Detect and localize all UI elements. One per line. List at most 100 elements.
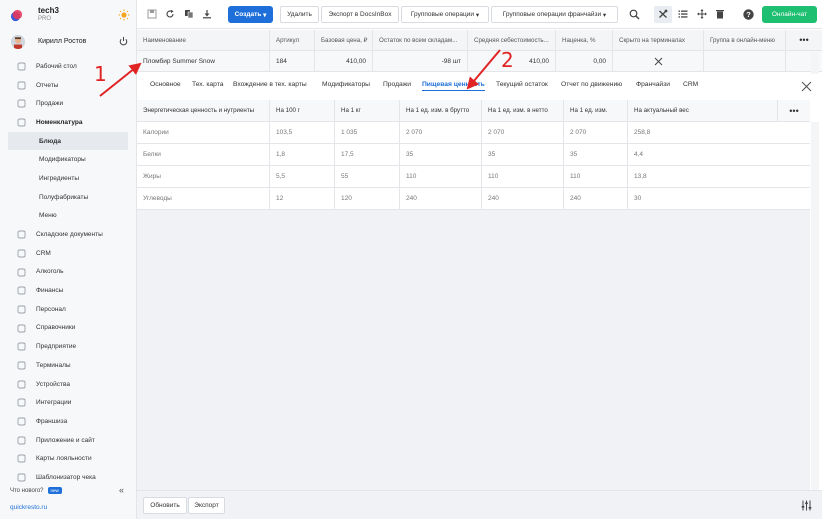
- row-name: Пломбир Summer Snow: [143, 57, 215, 65]
- nutrition-header-cell[interactable]: На 1 ед. изм. в нетто: [481, 100, 563, 121]
- tab-nutrition[interactable]: Пищевая ценность: [422, 81, 485, 91]
- tab-tech-card[interactable]: Тех. карта: [192, 81, 223, 88]
- scrollbar[interactable]: [811, 122, 819, 490]
- header-hidden-terminals[interactable]: Скрыто на терминалах: [612, 30, 703, 50]
- sidebar-item[interactable]: Приложение и сайт: [0, 431, 136, 450]
- scrollbar-top[interactable]: [811, 52, 819, 74]
- sidebar-item[interactable]: Ингредиенты: [0, 169, 136, 188]
- copy-icon[interactable]: [184, 9, 194, 19]
- site-link[interactable]: quickresto.ru: [10, 504, 47, 511]
- sidebar-item[interactable]: Предприятие: [0, 337, 136, 356]
- sidebar-item[interactable]: Карты лояльности: [0, 449, 136, 468]
- nutrition-cell: 35: [399, 144, 481, 165]
- sidebar-item[interactable]: Шаблонизатор чека: [0, 468, 136, 487]
- tab-modifiers[interactable]: Модификаторы: [322, 81, 370, 88]
- sidebar-item-label: Модификаторы: [39, 156, 86, 164]
- close-icon[interactable]: [801, 81, 812, 92]
- nutrition-header: Энергетическая ценность и нутриенты На 10…: [137, 100, 810, 122]
- nutrition-header-cell[interactable]: На 1 ед. изм. в брутто: [399, 100, 481, 121]
- nutrition-cell: 240: [563, 188, 627, 209]
- user-profile[interactable]: Кирилл Ростов: [8, 35, 132, 51]
- collapse-sidebar-icon[interactable]: «: [119, 485, 124, 495]
- search-icon[interactable]: [629, 9, 640, 20]
- sidebar-item[interactable]: Персонал: [0, 300, 136, 319]
- sidebar-item[interactable]: Устройства: [0, 375, 136, 394]
- sidebar-item[interactable]: CRM: [0, 244, 136, 263]
- tab-franchise[interactable]: Франчайзи: [636, 81, 670, 88]
- export-button[interactable]: Экспорт: [188, 497, 225, 514]
- table-row[interactable]: Пломбир Summer Snow 184 410,00 -98 шт 41…: [137, 51, 822, 72]
- sidebar-item[interactable]: Меню: [0, 207, 136, 226]
- sidebar-item[interactable]: Номенклатура: [0, 113, 136, 132]
- power-icon[interactable]: [118, 36, 129, 47]
- nutrition-row[interactable]: Калории 103,5 1 035 2 070 2 070 2 070 258,8: [137, 122, 810, 144]
- bottom-bar: Обновить Экспорт: [137, 490, 822, 519]
- sidebar-item[interactable]: Рабочий стол: [0, 57, 136, 76]
- tab-crm[interactable]: CRM: [683, 81, 698, 88]
- refresh-icon[interactable]: [165, 9, 175, 19]
- row-hidden-terminals: [612, 51, 703, 71]
- new-badge: new: [47, 487, 62, 494]
- settings-sliders-icon[interactable]: [801, 500, 812, 511]
- nutrition-cell: Калории: [143, 129, 169, 136]
- header-online-group[interactable]: Группа в онлайн-меню: [703, 30, 785, 50]
- header-name[interactable]: Наименование: [137, 30, 269, 50]
- export-docsinbox-button[interactable]: Экспорт в DocsInBox: [321, 6, 399, 23]
- nutrition-row[interactable]: Белки 1,8 17,5 35 35 35 4,4: [137, 144, 810, 166]
- move-icon[interactable]: [697, 9, 707, 19]
- franchise-icon: [17, 417, 26, 426]
- sidebar-item[interactable]: Терминалы: [0, 356, 136, 375]
- sidebar-item-label: Персонал: [36, 305, 66, 313]
- nutrition-cell: 5,5: [269, 166, 334, 187]
- nutrition-row[interactable]: Углеводы 12 120 240 240 240 30: [137, 188, 810, 210]
- tab-current-stock[interactable]: Текущий остаток: [496, 81, 548, 88]
- nutrition-row[interactable]: Жиры 5,5 55 110 110 110 13,8: [137, 166, 810, 188]
- nutrition-column-menu-icon[interactable]: •••: [777, 100, 810, 121]
- sidebar-item[interactable]: Отчеты: [0, 76, 136, 95]
- nutrition-header-cell[interactable]: На актуальный вес: [627, 100, 777, 121]
- tab-sales[interactable]: Продажи: [383, 81, 411, 88]
- sidebar-item[interactable]: Блюда: [8, 131, 128, 151]
- sidebar-item[interactable]: Полуфабрикаты: [0, 188, 136, 207]
- list-icon[interactable]: [678, 9, 688, 19]
- tools-toggle[interactable]: [654, 6, 672, 23]
- download-icon[interactable]: [202, 9, 212, 19]
- nutrition-header-cell[interactable]: На 100 г: [269, 100, 334, 121]
- header-markup[interactable]: Наценка, %: [555, 30, 612, 50]
- sidebar-item[interactable]: Алкоголь: [0, 263, 136, 282]
- column-menu-icon[interactable]: •••: [785, 30, 822, 50]
- header-article[interactable]: Артикул: [269, 30, 314, 50]
- nutrition-header-cell[interactable]: На 1 ед. изм.: [563, 100, 627, 121]
- sidebar-item[interactable]: Интеграции: [0, 393, 136, 412]
- group-operations-franchise-dropdown[interactable]: Групповые операции франчайзи ▾: [491, 6, 618, 23]
- create-button[interactable]: Создать ▾: [228, 6, 273, 23]
- header-avg-cost[interactable]: Средняя себестоимость...: [467, 30, 555, 50]
- help-icon[interactable]: ?: [743, 9, 754, 20]
- sun-icon[interactable]: [118, 9, 130, 21]
- online-chat-button[interactable]: Онлайн-чат: [762, 6, 817, 23]
- header-stock-total[interactable]: Остаток по всем складам...: [372, 30, 467, 50]
- nutrition-header-cell[interactable]: Энергетическая ценность и нутриенты: [137, 100, 269, 121]
- sidebar-item[interactable]: Финансы: [0, 281, 136, 300]
- row-online-group: [703, 51, 785, 71]
- nutrition-header-cell[interactable]: На 1 кг: [334, 100, 399, 121]
- tab-tech-card-inclusion[interactable]: Вхождение в тех. карты: [233, 81, 307, 88]
- sidebar-item[interactable]: Складские документы: [0, 225, 136, 244]
- save-icon[interactable]: [147, 9, 157, 19]
- sidebar-item[interactable]: Справочники: [0, 319, 136, 338]
- refresh-button[interactable]: Обновить: [143, 497, 187, 514]
- delete-button[interactable]: Удалить: [280, 6, 319, 23]
- whats-new-link[interactable]: Что нового? new: [10, 487, 62, 494]
- sidebar-item-label: Справочники: [36, 324, 76, 332]
- trash-icon[interactable]: [715, 9, 725, 19]
- group-operations-dropdown[interactable]: Групповые операции ▾: [401, 6, 489, 23]
- sidebar-item[interactable]: Продажи: [0, 94, 136, 113]
- nutrition-cell: 258,8: [627, 122, 810, 143]
- sidebar-item[interactable]: Франшиза: [0, 412, 136, 431]
- tab-main[interactable]: Основное: [150, 81, 181, 88]
- sidebar-item[interactable]: Модификаторы: [0, 150, 136, 169]
- sidebar-item-label: Устройства: [36, 380, 71, 388]
- tab-movement-report[interactable]: Отчет по движению: [561, 81, 622, 88]
- header-base-price[interactable]: Базовая цена, ₽: [314, 30, 372, 50]
- brand[interactable]: tech3 PRO: [8, 5, 132, 25]
